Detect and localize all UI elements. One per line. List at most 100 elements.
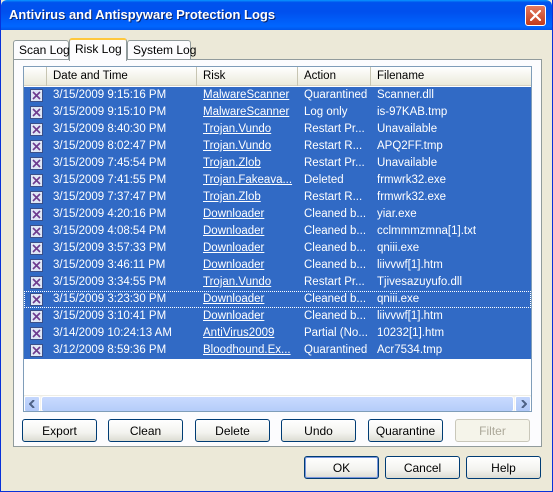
window-title: Antivirus and Antispyware Protection Log… [9, 7, 276, 22]
cell-action: Partial (No... [304, 327, 368, 339]
column-header-filename[interactable]: Filename [371, 67, 531, 86]
cell-risk[interactable]: Trojan.Zlob [203, 189, 298, 206]
table-row[interactable]: 3/15/2009 9:15:16 PM MalwareScanner Quaran… [24, 87, 531, 104]
tab-scan-log[interactable]: Scan Log [13, 40, 70, 60]
table-row[interactable]: 3/12/2009 8:59:36 PM Bloodhound.Ex... Quar… [24, 342, 531, 359]
cell-date: 3/15/2009 8:40:30 PM [53, 123, 167, 135]
cancel-button[interactable]: Cancel [385, 456, 460, 479]
cell-filename: APQ2FF.tmp [377, 140, 443, 152]
title-bar[interactable]: Antivirus and Antispyware Protection Log… [1, 0, 552, 30]
table-row[interactable]: 3/15/2009 3:10:41 PM Downloader Cleaned b.… [24, 308, 531, 325]
cell-date: 3/15/2009 8:02:47 PM [53, 140, 167, 152]
tab-system-log[interactable]: System Log [127, 40, 196, 60]
cell-filename: frmwrk32.exe [377, 191, 447, 203]
scroll-thumb[interactable] [41, 396, 514, 411]
column-header-icon[interactable] [24, 67, 47, 86]
table-row[interactable]: 3/15/2009 3:46:11 PM Downloader Cleaned b.… [24, 257, 531, 274]
table-row[interactable]: 3/14/2009 10:24:13 AM AntiVirus2009 Partia… [24, 325, 531, 342]
cell-risk[interactable]: AntiVirus2009 [203, 325, 298, 342]
table-row[interactable]: 3/15/2009 7:45:54 PM Trojan.Zlob Restart P… [24, 155, 531, 172]
cell-risk[interactable]: Trojan.Vundo [203, 274, 298, 291]
table-row[interactable]: 3/15/2009 3:57:33 PM Downloader Cleaned b.… [24, 240, 531, 257]
undo-button[interactable]: Undo [281, 419, 356, 442]
cell-risk[interactable]: Downloader [203, 206, 298, 223]
ok-button[interactable]: OK [304, 456, 379, 479]
cell-risk[interactable]: Downloader [203, 223, 298, 240]
cell-action: Quarantined [304, 344, 368, 356]
cell-date: 3/15/2009 7:45:54 PM [53, 157, 167, 169]
filter-button[interactable]: Filter [455, 419, 530, 442]
close-button[interactable] [525, 5, 546, 26]
cell-risk[interactable]: Downloader [203, 308, 298, 325]
cell-filename: yiar.exe [377, 208, 417, 220]
scroll-left-button[interactable] [24, 396, 40, 411]
cell-action: Deleted [304, 174, 344, 186]
cell-action: Restart Pr... [304, 123, 365, 135]
tab-risk-log[interactable]: Risk Log [69, 38, 127, 61]
table-row[interactable]: 3/15/2009 8:02:47 PM Trojan.Vundo Restart … [24, 138, 531, 155]
table-row[interactable]: 3/15/2009 3:34:55 PM Trojan.Vundo Restart … [24, 274, 531, 291]
cell-date: 3/15/2009 4:20:16 PM [53, 208, 167, 220]
cell-risk[interactable]: Trojan.Zlob [203, 155, 298, 172]
risk-entry-icon [30, 140, 43, 153]
table-row[interactable]: 3/15/2009 8:40:30 PM Trojan.Vundo Restart … [24, 121, 531, 138]
table-row[interactable]: 3/15/2009 3:23:30 PM Downloader Cleaned b.… [24, 291, 531, 308]
table-row[interactable]: 3/15/2009 4:20:16 PM Downloader Cleaned b.… [24, 206, 531, 223]
table-row[interactable]: 3/15/2009 7:37:47 PM Trojan.Zlob Restart R… [24, 189, 531, 206]
risk-entry-icon [30, 208, 43, 221]
risk-entry-icon [30, 174, 43, 187]
risk-entry-icon [30, 157, 43, 170]
cell-risk[interactable]: Downloader [203, 257, 298, 274]
column-header-risk[interactable]: Risk [197, 67, 298, 86]
cell-action: Log only [304, 106, 348, 118]
cell-risk[interactable]: Bloodhound.Ex... [203, 342, 298, 359]
help-button[interactable]: Help [466, 456, 541, 479]
risk-entry-icon [30, 106, 43, 119]
cell-filename: Tjivesazuyufo.dll [377, 276, 463, 288]
horizontal-scrollbar[interactable] [24, 395, 531, 411]
cell-risk[interactable]: MalwareScanner [203, 104, 298, 121]
column-header-date[interactable]: Date and Time [47, 67, 197, 86]
table-row[interactable]: 3/15/2009 9:15:10 PM MalwareScanner Log on… [24, 104, 531, 121]
risk-entry-icon [30, 327, 43, 340]
cell-risk[interactable]: Trojan.Vundo [203, 138, 298, 155]
table-row[interactable]: 3/15/2009 4:08:54 PM Downloader Cleaned b.… [24, 223, 531, 240]
cell-action: Restart R... [304, 191, 363, 203]
risk-entry-icon [30, 344, 43, 357]
cell-action: Cleaned b... [304, 293, 367, 305]
cell-action: Cleaned b... [304, 259, 367, 271]
table-row[interactable]: 3/15/2009 7:41:55 PM Trojan.Fakeava... Del… [24, 172, 531, 189]
cell-filename: Acr7534.tmp [377, 344, 443, 356]
cell-date: 3/15/2009 3:46:11 PM [53, 259, 166, 271]
risk-entry-icon [30, 242, 43, 255]
clean-button[interactable]: Clean [108, 419, 183, 442]
cell-filename: 10232[1].htm [377, 327, 445, 339]
cell-risk[interactable]: Trojan.Fakeava... [203, 172, 298, 189]
cell-filename: qniii.exe [377, 293, 420, 305]
cell-date: 3/15/2009 3:34:55 PM [53, 276, 167, 288]
delete-button[interactable]: Delete [195, 419, 270, 442]
log-window: Antivirus and Antispyware Protection Log… [0, 0, 553, 492]
cell-action: Quarantined [304, 89, 368, 101]
cell-risk[interactable]: Downloader [203, 291, 298, 308]
column-header-action[interactable]: Action [298, 67, 371, 86]
quarantine-button[interactable]: Quarantine [368, 419, 443, 442]
risk-entry-icon [30, 259, 43, 272]
cell-action: Cleaned b... [304, 225, 367, 237]
cell-date: 3/15/2009 7:37:47 PM [53, 191, 167, 203]
close-icon [530, 10, 541, 21]
risk-entry-icon [30, 89, 43, 102]
cell-date: 3/15/2009 3:57:33 PM [53, 242, 167, 254]
cell-filename: liivvwf[1].htm [377, 310, 443, 322]
cell-date: 3/15/2009 9:15:16 PM [53, 89, 167, 101]
cell-risk[interactable]: Trojan.Vundo [203, 121, 298, 138]
scroll-right-button[interactable] [515, 396, 531, 411]
cell-risk[interactable]: MalwareScanner [203, 87, 298, 104]
cell-action: Restart Pr... [304, 276, 365, 288]
risk-log-list[interactable]: Date and Time Risk Action Filename 3/15/… [23, 66, 532, 412]
cell-date: 3/15/2009 7:41:55 PM [53, 174, 167, 186]
risk-entry-icon [30, 293, 43, 306]
cell-risk[interactable]: Downloader [203, 240, 298, 257]
cell-action: Restart Pr... [304, 157, 365, 169]
export-button[interactable]: Export [22, 419, 97, 442]
